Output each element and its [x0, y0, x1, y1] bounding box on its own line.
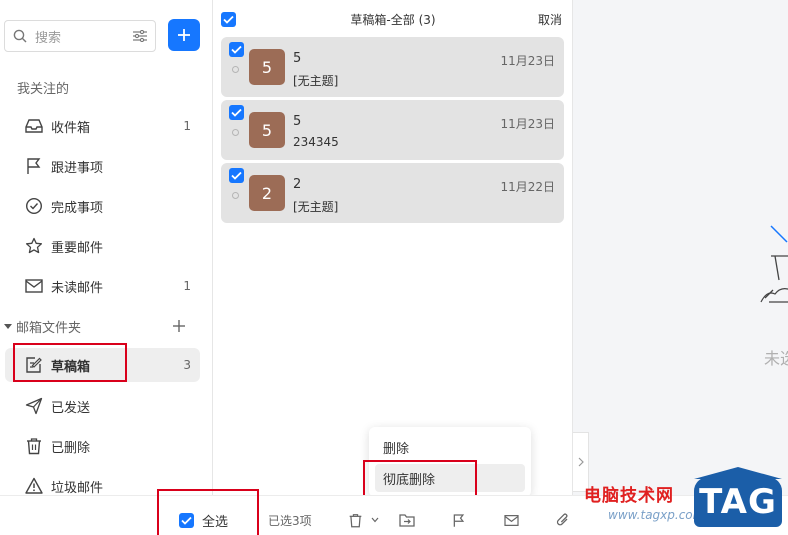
mail-item[interactable]: 5 5 11月23日 [无主题]: [221, 37, 564, 97]
mail-icon: [25, 279, 43, 293]
preview-panel: 未选: [573, 0, 788, 495]
mail-sender: 5: [293, 114, 302, 129]
sidebar-item-label: 重要邮件: [51, 240, 104, 256]
sidebar-item-label: 已发送: [51, 400, 91, 416]
mail-item[interactable]: 5 5 11月23日 234345: [221, 100, 564, 160]
sidebar-item-sent[interactable]: 已发送: [5, 389, 200, 423]
search-icon: [13, 29, 27, 43]
mail-list: 草稿箱-全部 (3) 取消 5 5 11月23日 [无主题] 5 5 11月23…: [213, 0, 573, 495]
move-folder-icon: [399, 514, 415, 527]
watermark-url: www.tagxp.com: [608, 508, 705, 522]
warning-icon: [25, 477, 43, 494]
header-checkbox[interactable]: [221, 11, 236, 27]
check-circle-icon: [25, 197, 43, 215]
sidebar-item-count: 1: [183, 279, 191, 293]
highlight-box-select-all: [157, 489, 259, 535]
mail-subject: [无主题]: [293, 74, 339, 88]
selected-count: 已选3项: [268, 514, 312, 528]
sidebar-item-label: 跟进事项: [51, 160, 104, 176]
list-title: 草稿箱-全部 (3): [350, 12, 436, 27]
sidebar-item-inbox[interactable]: 收件箱 1: [5, 109, 200, 143]
sidebar: 搜索 我关注的 收件箱 1 跟进事项 完成事项 重要邮件 未读邮件 1 邮箱文件…: [0, 0, 213, 535]
move-button[interactable]: [398, 511, 416, 529]
mail-sender: 2: [293, 177, 302, 192]
flag-button[interactable]: [450, 511, 468, 529]
sidebar-item-label: 收件箱: [51, 120, 91, 136]
avatar: 2: [249, 175, 285, 211]
mail-icon: [503, 514, 519, 526]
search-box[interactable]: 搜索: [4, 20, 156, 52]
mark-read-button[interactable]: [502, 511, 520, 529]
avatar: 5: [249, 112, 285, 148]
sidebar-item-unread[interactable]: 未读邮件 1: [5, 269, 200, 303]
mail-subject: [无主题]: [293, 200, 339, 214]
inbox-icon: [25, 119, 43, 133]
trash-icon: [27, 438, 41, 455]
mail-checkbox[interactable]: [229, 42, 244, 57]
caret-down-icon: [4, 324, 12, 329]
sidebar-item-follow-up[interactable]: 跟进事项: [5, 149, 200, 183]
check-icon: [223, 15, 234, 24]
highlight-box-drafts: [13, 343, 127, 382]
watermark-logo: TAG: [694, 467, 782, 527]
flag-icon: [453, 513, 465, 527]
highlight-box-permanent-delete: [363, 460, 477, 498]
delete-dropdown-toggle[interactable]: [369, 511, 381, 529]
mail-sender: 5: [293, 51, 302, 66]
folder-section-title: 邮箱文件夹: [16, 320, 82, 336]
sidebar-item-count: 3: [183, 358, 191, 372]
sidebar-item-label: 已删除: [51, 440, 91, 456]
mail-checkbox[interactable]: [229, 105, 244, 120]
chevron-right-icon: [578, 457, 584, 467]
filter-icon[interactable]: [133, 30, 147, 42]
sidebar-item-label: 未读邮件: [51, 280, 104, 296]
menu-item-delete[interactable]: 删除: [375, 433, 525, 461]
search-input[interactable]: 搜索: [35, 27, 133, 46]
watermark-text: 电脑技术网: [584, 486, 674, 506]
section-title-followed: 我关注的: [17, 82, 70, 97]
paperclip-icon: [556, 513, 568, 526]
send-icon: [25, 397, 43, 415]
attachment-button[interactable]: [554, 511, 572, 529]
list-header: 草稿箱-全部 (3) 取消: [213, 8, 573, 30]
folder-section-header[interactable]: 邮箱文件夹: [4, 316, 200, 336]
unread-dot: [232, 129, 239, 136]
mail-date: 11月22日: [500, 180, 555, 194]
star-icon: [25, 237, 43, 254]
watermark-logo-text: TAG: [699, 482, 777, 522]
mail-checkbox[interactable]: [229, 168, 244, 183]
flag-icon: [27, 158, 41, 174]
add-folder-icon[interactable]: [172, 319, 186, 333]
mail-date: 11月23日: [500, 117, 555, 131]
sidebar-item-label: 完成事项: [51, 200, 104, 216]
check-icon: [231, 108, 242, 117]
trash-icon: [349, 513, 361, 527]
unread-dot: [232, 192, 239, 199]
empty-state-text: 未选: [764, 349, 788, 368]
chevron-down-icon: [371, 517, 379, 523]
avatar: 5: [249, 49, 285, 85]
watermark-logo-roof: [694, 467, 782, 479]
cancel-button[interactable]: 取消: [538, 11, 562, 28]
compose-button[interactable]: [168, 19, 200, 51]
delete-button[interactable]: [346, 511, 364, 529]
mail-subject: 234345: [293, 135, 339, 149]
sidebar-item-deleted[interactable]: 已删除: [5, 429, 200, 463]
check-icon: [231, 171, 242, 180]
sidebar-item-starred[interactable]: 重要邮件: [5, 229, 200, 263]
mail-item[interactable]: 2 2 11月22日 [无主题]: [221, 163, 564, 223]
mail-date: 11月23日: [500, 54, 555, 68]
plus-icon: [178, 29, 190, 41]
empty-state-illustration: [760, 225, 788, 303]
sidebar-item-completed[interactable]: 完成事项: [5, 189, 200, 223]
sidebar-item-count: 1: [183, 119, 191, 133]
check-icon: [231, 45, 242, 54]
unread-dot: [232, 66, 239, 73]
